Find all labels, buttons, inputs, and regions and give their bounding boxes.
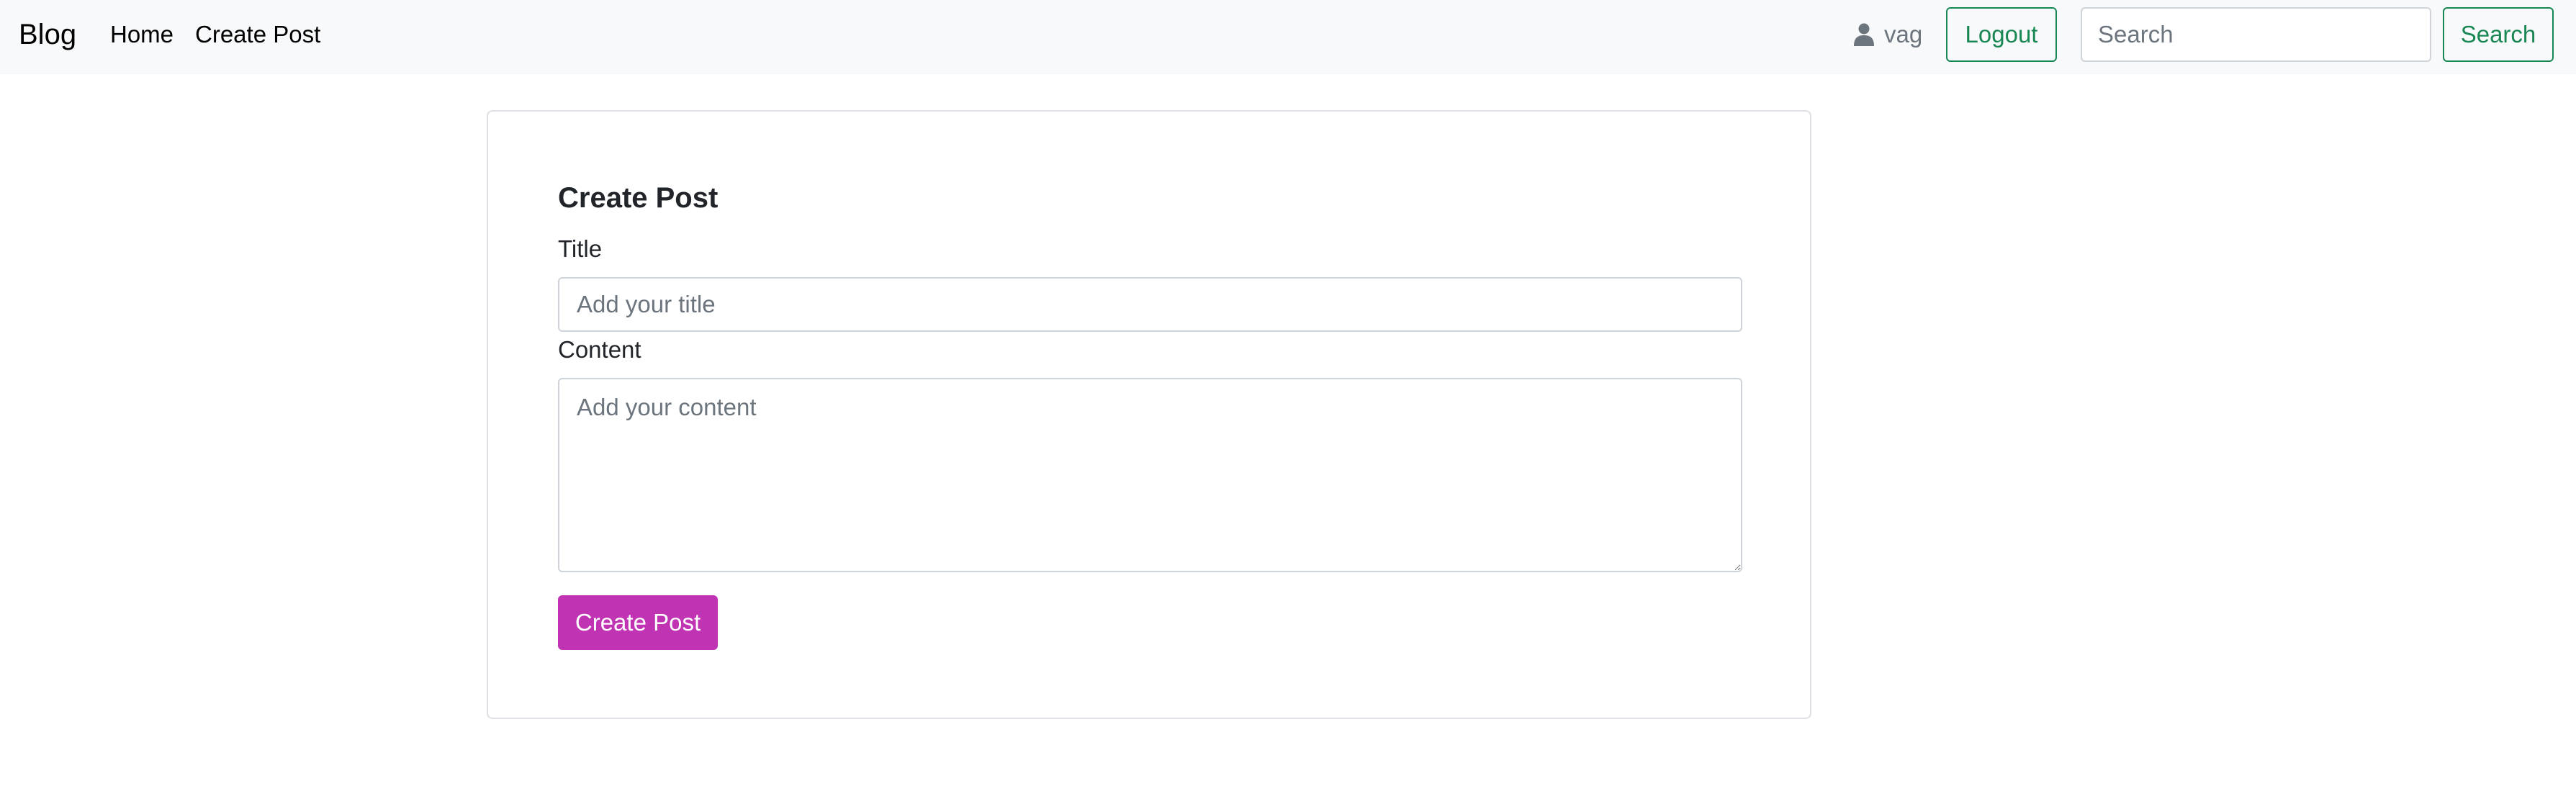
user-icon [1854, 23, 1874, 46]
user-info: vag [1854, 19, 1922, 50]
nav-link-create-post[interactable]: Create Post [195, 19, 320, 50]
content-textarea[interactable] [558, 378, 1742, 572]
brand-link[interactable]: Blog [19, 17, 76, 52]
nav-link-home[interactable]: Home [110, 19, 174, 50]
username: vag [1884, 21, 1923, 48]
create-post-card: Create Post Title Content Create Post [487, 110, 1811, 719]
content-label: Content [558, 336, 641, 363]
logout-button[interactable]: Logout [1946, 7, 2057, 62]
create-post-button[interactable]: Create Post [558, 595, 718, 650]
navbar: Blog Home Create Post vag Logout Search [0, 0, 2576, 74]
search-button[interactable]: Search [2443, 7, 2554, 62]
title-input[interactable] [558, 277, 1742, 332]
title-label: Title [558, 235, 603, 262]
search-input[interactable] [2081, 7, 2431, 62]
page-title: Create Post [558, 182, 719, 214]
